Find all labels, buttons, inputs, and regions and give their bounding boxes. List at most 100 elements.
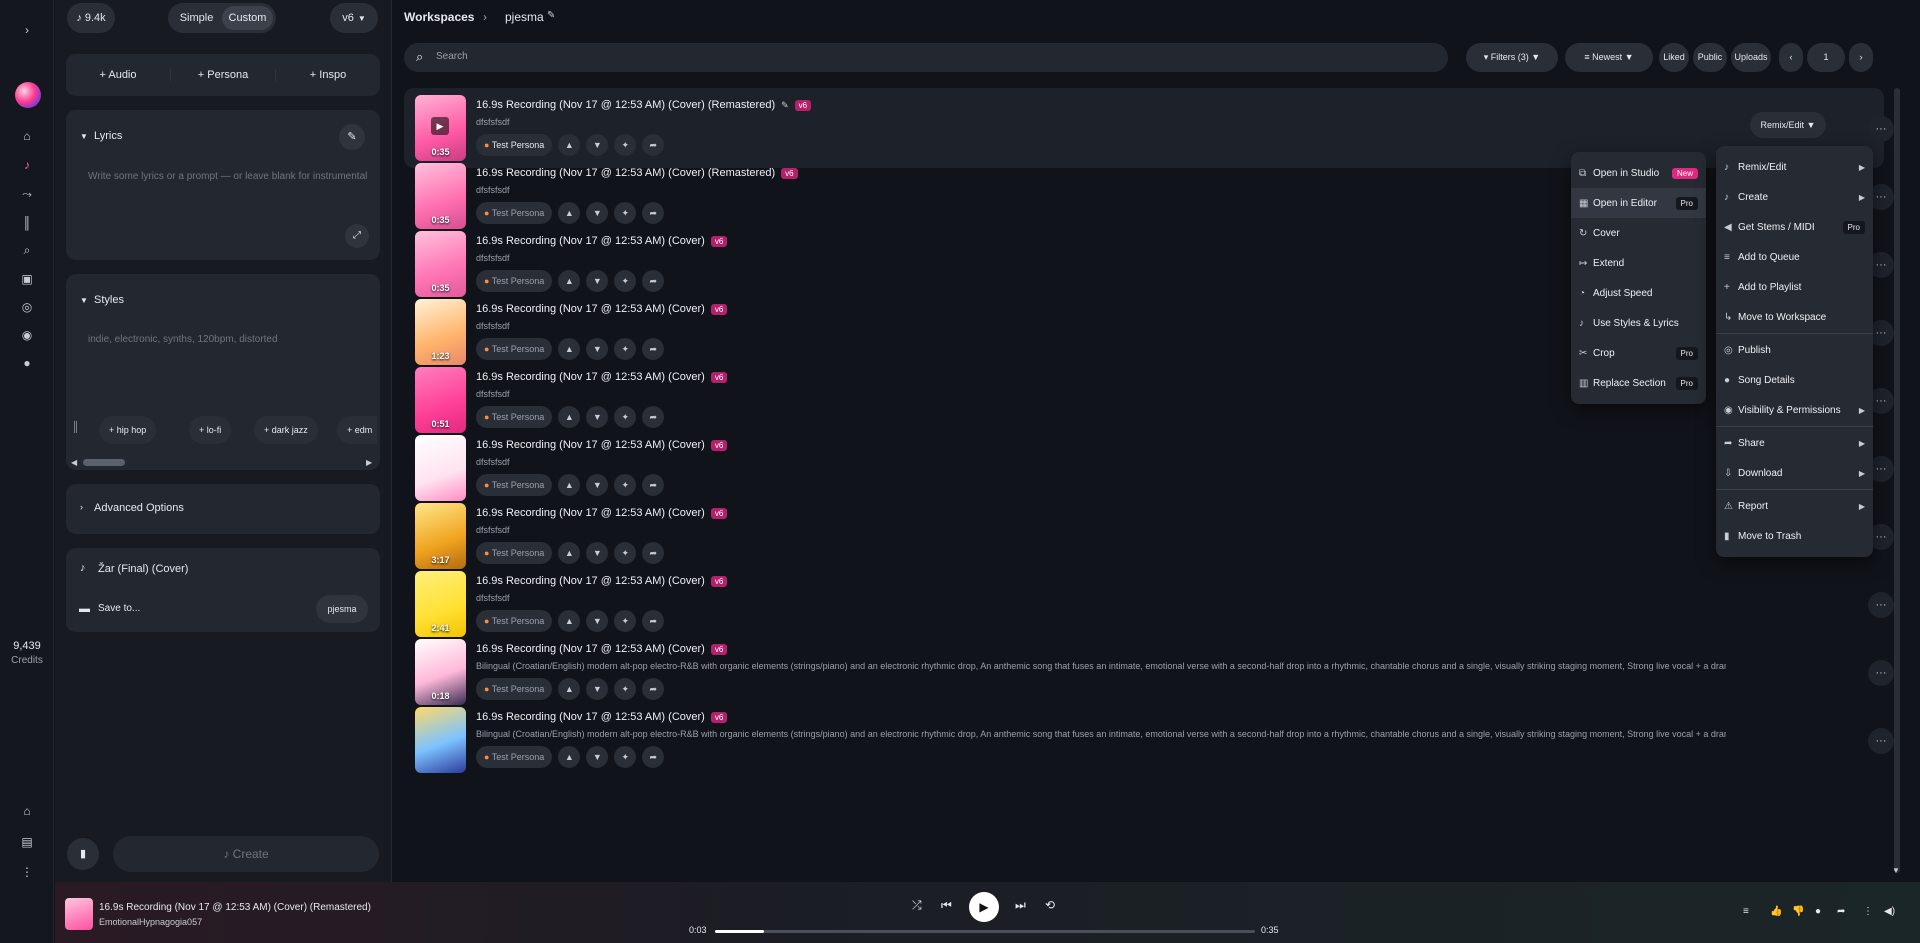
progress-bar[interactable] [715, 930, 1255, 933]
now-playing-artwork[interactable] [65, 898, 93, 930]
persona-chip[interactable]: ● Test Persona [476, 474, 553, 496]
song-artwork[interactable]: 3:17 [415, 503, 466, 569]
like-icon[interactable]: ▲ [558, 202, 581, 224]
submenu-item[interactable]: ✂ Crop Pro [1571, 338, 1706, 368]
expand-chevron-icon[interactable]: › [19, 22, 35, 38]
like-icon[interactable]: ▲ [558, 474, 581, 496]
like-icon[interactable]: ▲ [558, 338, 581, 360]
style-chip[interactable]: + edm [337, 416, 377, 444]
dislike-icon[interactable]: ▼ [586, 746, 609, 768]
advanced-options[interactable]: › Advanced Options [66, 484, 380, 534]
uploads-filter[interactable]: Uploads [1731, 43, 1771, 72]
pin-icon[interactable]: ✦ [614, 338, 637, 360]
prev-page-icon[interactable]: ‹ [1779, 43, 1803, 72]
magic-wand-icon[interactable]: ✎ [339, 124, 365, 150]
home-icon[interactable]: ⌂ [19, 128, 35, 144]
persona-chip[interactable]: ● Test Persona [476, 746, 553, 768]
page-number[interactable]: 1 [1807, 43, 1845, 72]
share-icon[interactable]: ➦ [642, 202, 665, 224]
sort-button[interactable]: ≡ Newest ▼ [1565, 43, 1653, 72]
like-icon[interactable]: ▲ [558, 406, 581, 428]
pin-icon[interactable]: ✦ [614, 746, 637, 768]
more-vertical-icon[interactable]: ⋮ [19, 864, 35, 880]
docs-icon[interactable]: ▤ [19, 834, 35, 850]
horizontal-scrollbar[interactable] [83, 459, 125, 466]
studio-icon[interactable]: ⤳ [19, 186, 35, 202]
liked-filter[interactable]: Liked [1659, 43, 1689, 72]
expand-icon[interactable]: ⤢ [345, 224, 369, 248]
play-button[interactable]: ▶ [969, 892, 999, 922]
song-title[interactable]: 16.9s Recording (Nov 17 @ 12:53 AM) (Cov… [476, 167, 775, 179]
song-title[interactable]: 16.9s Recording (Nov 17 @ 12:53 AM) (Cov… [476, 235, 705, 247]
explore-icon[interactable]: ◎ [19, 299, 35, 315]
create-button[interactable]: ♪ Create [113, 836, 379, 872]
context-menu-item[interactable]: ◎ Publish [1716, 335, 1873, 365]
dislike-icon[interactable]: ▼ [586, 542, 609, 564]
scroll-down-icon[interactable]: ▼ [1892, 866, 1900, 875]
song-title[interactable]: 16.9s Recording (Nov 17 @ 12:53 AM) (Cov… [476, 575, 705, 587]
queue-icon[interactable]: ≡ [1743, 906, 1749, 917]
pin-icon[interactable]: ✦ [614, 542, 637, 564]
song-title[interactable]: 16.9s Recording (Nov 17 @ 12:53 AM) (Cov… [476, 507, 705, 519]
submenu-item[interactable]: ♪ Use Styles & Lyrics [1571, 308, 1706, 338]
repeat-icon[interactable]: ⟲ [1045, 898, 1055, 912]
lyrics-input[interactable]: Write some lyrics or a prompt — or leave… [88, 171, 367, 182]
song-artwork[interactable]: 0:35 [415, 231, 466, 297]
song-row[interactable]: 16.9s Recording (Nov 17 @ 12:53 AM) (Cov… [404, 700, 1894, 780]
share-icon[interactable]: ➦ [642, 610, 665, 632]
context-menu-item[interactable]: ≡ Add to Queue [1716, 242, 1873, 272]
library-icon[interactable]: ║ [72, 422, 79, 433]
share-icon[interactable]: ➦ [642, 746, 665, 768]
more-options-icon[interactable]: ··· [1868, 660, 1894, 686]
context-menu-item[interactable]: ⚠ Report ▶ [1716, 491, 1873, 521]
like-icon[interactable]: ▲ [558, 270, 581, 292]
like-icon[interactable]: ▲ [558, 678, 581, 700]
like-icon[interactable]: ▲ [558, 746, 581, 768]
persona-chip[interactable]: ● Test Persona [476, 610, 553, 632]
share-icon[interactable]: ➦ [642, 338, 665, 360]
song-title[interactable]: 16.9s Recording (Nov 17 @ 12:53 AM) (Cov… [476, 711, 705, 723]
context-menu-item[interactable]: ♪ Remix/Edit ▶ [1716, 152, 1873, 182]
search-input[interactable]: ⌕ Search [404, 43, 1448, 72]
breadcrumb-root[interactable]: Workspaces [404, 10, 474, 24]
collapse-chevron-icon[interactable]: ▼ [80, 132, 88, 141]
dislike-icon[interactable]: ▼ [586, 134, 609, 156]
now-playing-title[interactable]: 16.9s Recording (Nov 17 @ 12:53 AM) (Cov… [99, 902, 371, 913]
share-icon[interactable]: ➦ [642, 134, 665, 156]
persona-chip[interactable]: ● Test Persona [476, 542, 553, 564]
dislike-icon[interactable]: ▼ [586, 202, 609, 224]
style-chip[interactable]: + dark jazz [254, 416, 318, 444]
more-options-icon[interactable]: ··· [1868, 116, 1894, 142]
credits-pill[interactable]: ♪ 9.4k [67, 3, 115, 33]
style-chip[interactable]: + hip hop [99, 416, 157, 444]
context-menu-item[interactable]: ◀ Get Stems / MIDI Pro [1716, 212, 1873, 242]
scroll-right-icon[interactable]: ▶ [366, 458, 372, 467]
context-menu-item[interactable]: ↳ Move to Workspace [1716, 302, 1873, 332]
previous-icon[interactable]: ⏮ [941, 898, 952, 913]
song-artwork[interactable]: 1:23 [415, 299, 466, 365]
scroll-left-icon[interactable]: ◀ [71, 458, 77, 467]
context-menu-item[interactable]: ● Song Details [1716, 365, 1873, 395]
context-menu-item[interactable]: ♪ Create ▶ [1716, 182, 1873, 212]
create-music-icon[interactable]: ♪ [19, 157, 35, 173]
submenu-item[interactable]: ◔ Adjust Speed [1571, 278, 1706, 308]
mode-simple[interactable]: Simple [171, 6, 222, 30]
library-icon[interactable]: ║ [19, 215, 35, 231]
context-menu-item[interactable]: ◉ Visibility & Permissions ▶ [1716, 395, 1873, 425]
next-icon[interactable]: ⏭ [1015, 898, 1026, 913]
share-icon[interactable]: ➦ [1837, 906, 1845, 917]
radio-icon[interactable]: ◉ [19, 327, 35, 343]
comment-icon[interactable]: ● [1815, 906, 1821, 917]
share-icon[interactable]: ➦ [642, 678, 665, 700]
song-artwork[interactable] [415, 707, 466, 773]
song-title[interactable]: 16.9s Recording (Nov 17 @ 12:53 AM) (Cov… [476, 643, 705, 655]
gift-icon[interactable]: ⌂ [19, 803, 35, 819]
dislike-icon[interactable]: ▼ [586, 610, 609, 632]
dislike-icon[interactable]: ▼ [586, 406, 609, 428]
shuffle-icon[interactable]: ⤮ [912, 898, 922, 913]
public-filter[interactable]: Public [1693, 43, 1727, 72]
collapse-chevron-icon[interactable]: ▼ [80, 296, 88, 305]
submenu-item[interactable]: ↦ Extend [1571, 248, 1706, 278]
remix-edit-button[interactable]: Remix/Edit ▼ [1750, 112, 1826, 138]
style-chip[interactable]: + lo-fi [189, 416, 232, 444]
